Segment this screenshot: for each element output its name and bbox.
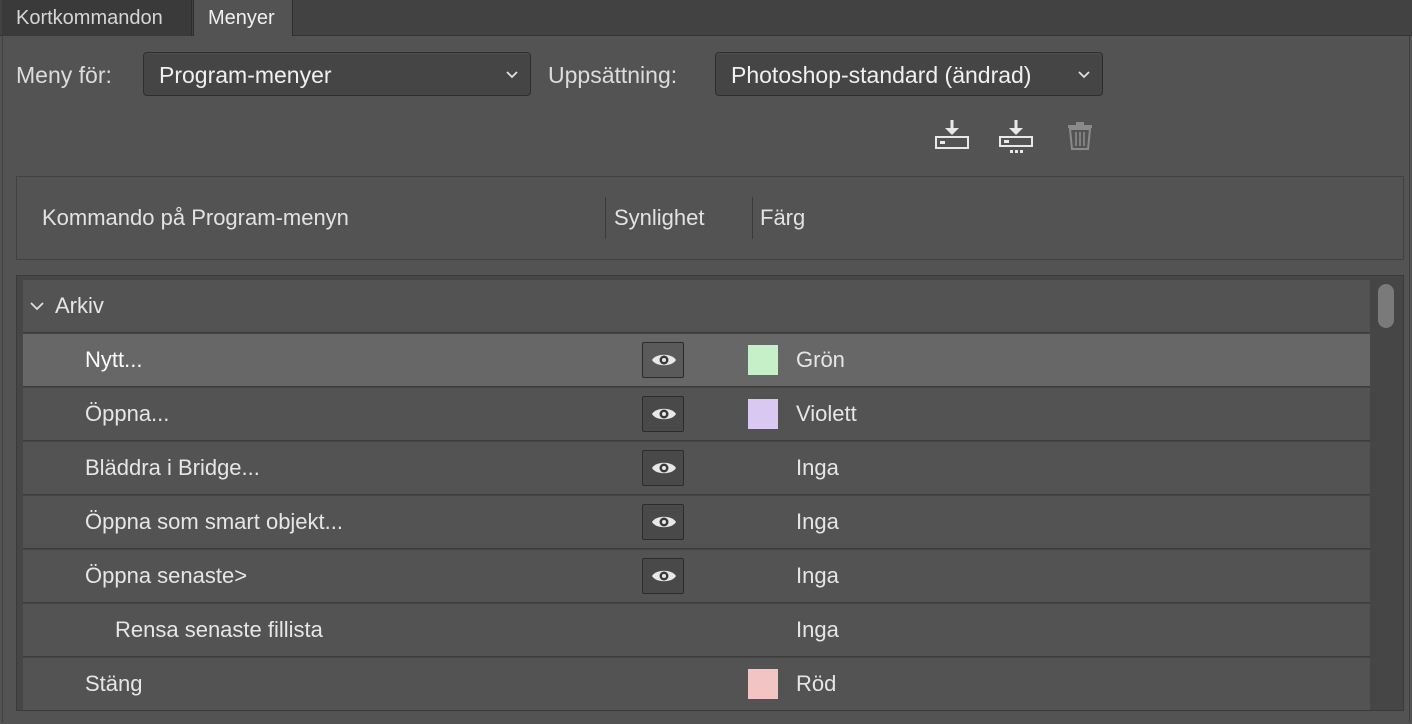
table-row[interactable]: Öppna senaste> Inga xyxy=(23,550,1370,603)
group-row-arkiv[interactable]: Arkiv xyxy=(23,280,1370,333)
save-set-icon xyxy=(935,120,969,149)
command-name: Öppna som smart objekt... xyxy=(85,509,343,534)
menu-editor-dialog: Kortkommandon Menyer Meny för: Program-m… xyxy=(0,0,1412,724)
menu-for-select[interactable]: Program-menyer xyxy=(143,52,531,96)
color-name[interactable]: Inga xyxy=(796,455,839,481)
scrollbar-track[interactable] xyxy=(1375,280,1397,708)
chevron-down-icon[interactable] xyxy=(29,298,45,314)
column-header-visibility[interactable]: Synlighet xyxy=(614,205,705,231)
chevron-down-icon xyxy=(506,71,518,79)
table-row[interactable]: Öppna som smart objekt... Inga xyxy=(23,496,1370,549)
table-row[interactable]: Bläddra i Bridge... Inga xyxy=(23,442,1370,495)
color-name[interactable]: Inga xyxy=(796,617,839,643)
menu-for-value: Program-menyer xyxy=(159,62,332,88)
save-set-as-icon xyxy=(999,120,1033,153)
command-name: Nytt... xyxy=(85,347,143,372)
scrollbar-thumb[interactable] xyxy=(1378,284,1394,328)
trash-icon xyxy=(1068,122,1092,150)
group-label: Arkiv xyxy=(55,293,104,318)
command-name: Stäng xyxy=(85,671,143,696)
column-header-color[interactable]: Färg xyxy=(760,205,805,231)
color-name[interactable]: Violett xyxy=(796,401,857,427)
color-name[interactable]: Inga xyxy=(796,563,839,589)
color-swatch[interactable] xyxy=(748,345,778,375)
tab-keyboard-shortcuts[interactable]: Kortkommandon xyxy=(2,0,192,36)
color-name[interactable]: Grön xyxy=(796,347,845,373)
table-row[interactable]: Nytt... Grön xyxy=(23,334,1370,387)
save-set-button[interactable] xyxy=(932,116,972,156)
visibility-toggle[interactable] xyxy=(642,342,684,378)
color-swatch[interactable] xyxy=(748,399,778,429)
command-name: Bläddra i Bridge... xyxy=(85,455,260,480)
color-swatch[interactable] xyxy=(748,669,778,699)
eye-icon xyxy=(652,354,676,366)
command-list[interactable]: Arkiv Nytt... Grön Öppna... Violett Bläd… xyxy=(16,275,1404,711)
column-separator xyxy=(752,197,753,239)
visibility-toggle[interactable] xyxy=(642,396,684,432)
command-name: Öppna senaste> xyxy=(85,563,248,588)
table-row[interactable]: Öppna... Violett xyxy=(23,388,1370,441)
eye-icon xyxy=(652,408,676,420)
visibility-toggle[interactable] xyxy=(642,504,684,540)
chevron-down-icon xyxy=(1078,71,1090,79)
color-name[interactable]: Röd xyxy=(796,671,836,697)
tab-menus[interactable]: Menyer xyxy=(193,0,293,36)
column-header-command[interactable]: Kommando på Program-menyn xyxy=(42,205,349,231)
eye-icon xyxy=(652,570,676,582)
set-label: Uppsättning: xyxy=(548,62,678,88)
set-select[interactable]: Photoshop-standard (ändrad) xyxy=(715,52,1103,96)
visibility-toggle[interactable] xyxy=(642,450,684,486)
table-row[interactable]: Rensa senaste fillista Inga xyxy=(23,604,1370,657)
menu-for-label: Meny för: xyxy=(16,62,112,88)
command-name: Öppna... xyxy=(85,401,170,426)
column-separator xyxy=(605,197,606,239)
command-name: Rensa senaste fillista xyxy=(115,617,323,642)
tab-bar: Kortkommandon Menyer xyxy=(0,0,1412,36)
eye-icon xyxy=(652,516,676,528)
visibility-toggle[interactable] xyxy=(642,558,684,594)
save-set-as-button[interactable] xyxy=(996,116,1036,156)
eye-icon xyxy=(652,462,676,474)
set-value: Photoshop-standard (ändrad) xyxy=(731,62,1032,88)
color-name[interactable]: Inga xyxy=(796,509,839,535)
delete-set-button[interactable] xyxy=(1060,116,1100,156)
table-row[interactable]: Stäng Röd xyxy=(23,658,1370,710)
table-header: Kommando på Program-menyn Synlighet Färg xyxy=(16,176,1404,260)
